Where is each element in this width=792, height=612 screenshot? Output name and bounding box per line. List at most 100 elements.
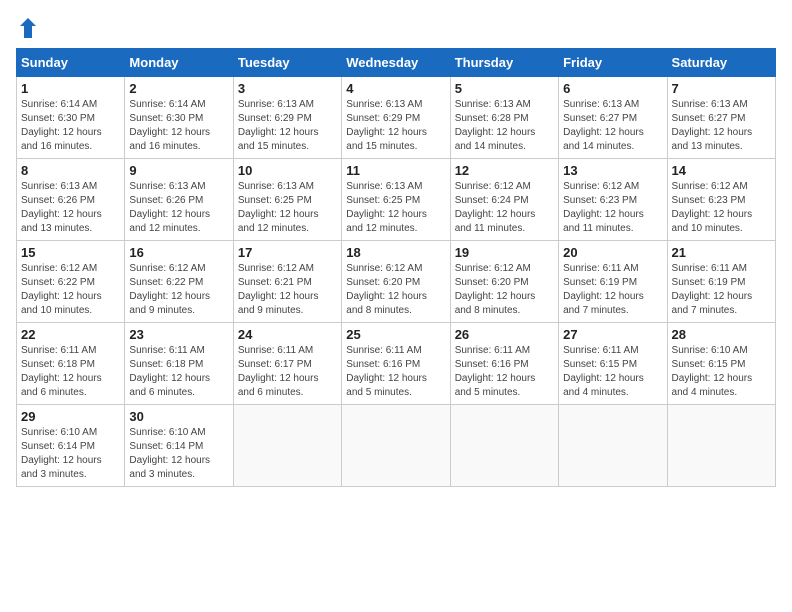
calendar-cell: 7 Sunrise: 6:13 AMSunset: 6:27 PMDaylight…	[667, 77, 775, 159]
day-number: 22	[21, 327, 120, 342]
day-number: 5	[455, 81, 554, 96]
day-number: 4	[346, 81, 445, 96]
calendar-cell: 27 Sunrise: 6:11 AMSunset: 6:15 PMDayligh…	[559, 323, 667, 405]
day-number: 7	[672, 81, 771, 96]
day-number: 21	[672, 245, 771, 260]
day-info: Sunrise: 6:12 AMSunset: 6:24 PMDaylight:…	[455, 180, 554, 236]
calendar-cell	[450, 405, 558, 487]
day-info: Sunrise: 6:11 AMSunset: 6:16 PMDaylight:…	[455, 344, 554, 400]
weekday-header-row: SundayMondayTuesdayWednesdayThursdayFrid…	[17, 49, 776, 77]
day-info: Sunrise: 6:11 AMSunset: 6:19 PMDaylight:…	[672, 262, 771, 318]
calendar-cell: 4 Sunrise: 6:13 AMSunset: 6:29 PMDaylight…	[342, 77, 450, 159]
calendar-cell: 17Sunrise: 6:12 AMSunset: 6:21 PMDayligh…	[233, 241, 341, 323]
calendar-cell: 28 Sunrise: 6:10 AMSunset: 6:15 PMDayligh…	[667, 323, 775, 405]
day-number: 18	[346, 245, 445, 260]
day-number: 10	[238, 163, 337, 178]
calendar-cell	[342, 405, 450, 487]
calendar-cell: 23Sunrise: 6:11 AMSunset: 6:18 PMDayligh…	[125, 323, 233, 405]
day-info: Sunrise: 6:13 AMSunset: 6:28 PMDaylight:…	[455, 98, 554, 154]
day-info: Sunrise: 6:13 AMSunset: 6:29 PMDaylight:…	[238, 98, 337, 154]
weekday-header-wednesday: Wednesday	[342, 49, 450, 77]
day-number: 6	[563, 81, 662, 96]
calendar-cell: 29Sunrise: 6:10 AMSunset: 6:14 PMDayligh…	[17, 405, 125, 487]
calendar-cell: 10 Sunrise: 6:13 AMSunset: 6:25 PMDayligh…	[233, 159, 341, 241]
day-number: 15	[21, 245, 120, 260]
calendar-cell	[233, 405, 341, 487]
weekday-header-friday: Friday	[559, 49, 667, 77]
day-number: 27	[563, 327, 662, 342]
day-number: 9	[129, 163, 228, 178]
day-info: Sunrise: 6:11 AMSunset: 6:18 PMDaylight:…	[129, 344, 228, 400]
calendar-cell: 13Sunrise: 6:12 AMSunset: 6:23 PMDayligh…	[559, 159, 667, 241]
calendar-cell: 6 Sunrise: 6:13 AMSunset: 6:27 PMDaylight…	[559, 77, 667, 159]
calendar-cell: 8 Sunrise: 6:13 AMSunset: 6:26 PMDaylight…	[17, 159, 125, 241]
calendar-row-3: 22 Sunrise: 6:11 AMSunset: 6:18 PMDayligh…	[17, 323, 776, 405]
day-number: 26	[455, 327, 554, 342]
weekday-header-thursday: Thursday	[450, 49, 558, 77]
day-info: Sunrise: 6:13 AMSunset: 6:27 PMDaylight:…	[563, 98, 662, 154]
calendar-cell: 30 Sunrise: 6:10 AMSunset: 6:14 PMDayligh…	[125, 405, 233, 487]
weekday-header-saturday: Saturday	[667, 49, 775, 77]
day-info: Sunrise: 6:12 AMSunset: 6:20 PMDaylight:…	[346, 262, 445, 318]
day-number: 13	[563, 163, 662, 178]
calendar-cell: 19 Sunrise: 6:12 AMSunset: 6:20 PMDayligh…	[450, 241, 558, 323]
calendar-cell: 5 Sunrise: 6:13 AMSunset: 6:28 PMDaylight…	[450, 77, 558, 159]
day-info: Sunrise: 6:11 AMSunset: 6:16 PMDaylight:…	[346, 344, 445, 400]
calendar-cell: 21 Sunrise: 6:11 AMSunset: 6:19 PMDayligh…	[667, 241, 775, 323]
day-info: Sunrise: 6:13 AMSunset: 6:27 PMDaylight:…	[672, 98, 771, 154]
calendar-cell: 1Sunrise: 6:14 AMSunset: 6:30 PMDaylight…	[17, 77, 125, 159]
weekday-header-monday: Monday	[125, 49, 233, 77]
calendar-cell	[667, 405, 775, 487]
day-number: 25	[346, 327, 445, 342]
weekday-header-sunday: Sunday	[17, 49, 125, 77]
calendar-cell: 18 Sunrise: 6:12 AMSunset: 6:20 PMDayligh…	[342, 241, 450, 323]
day-number: 17	[238, 245, 337, 260]
calendar-table: SundayMondayTuesdayWednesdayThursdayFrid…	[16, 48, 776, 487]
day-number: 19	[455, 245, 554, 260]
day-number: 8	[21, 163, 120, 178]
day-number: 2	[129, 81, 228, 96]
calendar-cell: 26 Sunrise: 6:11 AMSunset: 6:16 PMDayligh…	[450, 323, 558, 405]
calendar-cell: 16 Sunrise: 6:12 AMSunset: 6:22 PMDayligh…	[125, 241, 233, 323]
calendar-cell: 15 Sunrise: 6:12 AMSunset: 6:22 PMDayligh…	[17, 241, 125, 323]
calendar-row-2: 15 Sunrise: 6:12 AMSunset: 6:22 PMDayligh…	[17, 241, 776, 323]
calendar-row-0: 1Sunrise: 6:14 AMSunset: 6:30 PMDaylight…	[17, 77, 776, 159]
day-number: 24	[238, 327, 337, 342]
day-info: Sunrise: 6:13 AMSunset: 6:25 PMDaylight:…	[238, 180, 337, 236]
calendar-cell: 3Sunrise: 6:13 AMSunset: 6:29 PMDaylight…	[233, 77, 341, 159]
day-info: Sunrise: 6:10 AMSunset: 6:15 PMDaylight:…	[672, 344, 771, 400]
day-info: Sunrise: 6:12 AMSunset: 6:22 PMDaylight:…	[21, 262, 120, 318]
day-info: Sunrise: 6:11 AMSunset: 6:15 PMDaylight:…	[563, 344, 662, 400]
calendar-cell: 11Sunrise: 6:13 AMSunset: 6:25 PMDayligh…	[342, 159, 450, 241]
calendar-cell: 2 Sunrise: 6:14 AMSunset: 6:30 PMDaylight…	[125, 77, 233, 159]
day-number: 14	[672, 163, 771, 178]
day-number: 16	[129, 245, 228, 260]
day-info: Sunrise: 6:13 AMSunset: 6:26 PMDaylight:…	[21, 180, 120, 236]
calendar-cell: 24 Sunrise: 6:11 AMSunset: 6:17 PMDayligh…	[233, 323, 341, 405]
day-info: Sunrise: 6:11 AMSunset: 6:17 PMDaylight:…	[238, 344, 337, 400]
calendar-cell: 14 Sunrise: 6:12 AMSunset: 6:23 PMDayligh…	[667, 159, 775, 241]
day-info: Sunrise: 6:14 AMSunset: 6:30 PMDaylight:…	[129, 98, 228, 154]
day-number: 12	[455, 163, 554, 178]
day-number: 30	[129, 409, 228, 424]
day-info: Sunrise: 6:10 AMSunset: 6:14 PMDaylight:…	[129, 426, 228, 482]
day-info: Sunrise: 6:13 AMSunset: 6:26 PMDaylight:…	[129, 180, 228, 236]
day-number: 29	[21, 409, 120, 424]
day-number: 20	[563, 245, 662, 260]
calendar-row-4: 29 Sunrise: 6:10 AMSunset: 6:14 PMDayligh…	[17, 405, 776, 487]
weekday-header-tuesday: Tuesday	[233, 49, 341, 77]
calendar-cell: 9 Sunrise: 6:13 AMSunset: 6:26 PMDaylight…	[125, 159, 233, 241]
day-info: Sunrise: 6:11 AMSunset: 6:19 PMDaylight:…	[563, 262, 662, 318]
day-info: Sunrise: 6:12 AMSunset: 6:23 PMDaylight:…	[672, 180, 771, 236]
day-info: Sunrise: 6:13 AMSunset: 6:29 PMDaylight:…	[346, 98, 445, 154]
logo	[16, 16, 44, 40]
day-number: 11	[346, 163, 445, 178]
calendar-cell: 22 Sunrise: 6:11 AMSunset: 6:18 PMDayligh…	[17, 323, 125, 405]
day-info: Sunrise: 6:11 AMSunset: 6:18 PMDaylight:…	[21, 344, 120, 400]
day-info: Sunrise: 6:12 AMSunset: 6:22 PMDaylight:…	[129, 262, 228, 318]
day-info: Sunrise: 6:12 AMSunset: 6:20 PMDaylight:…	[455, 262, 554, 318]
logo-icon	[16, 16, 40, 40]
header	[16, 16, 776, 40]
day-number: 28	[672, 327, 771, 342]
calendar-cell: 20 Sunrise: 6:11 AMSunset: 6:19 PMDayligh…	[559, 241, 667, 323]
